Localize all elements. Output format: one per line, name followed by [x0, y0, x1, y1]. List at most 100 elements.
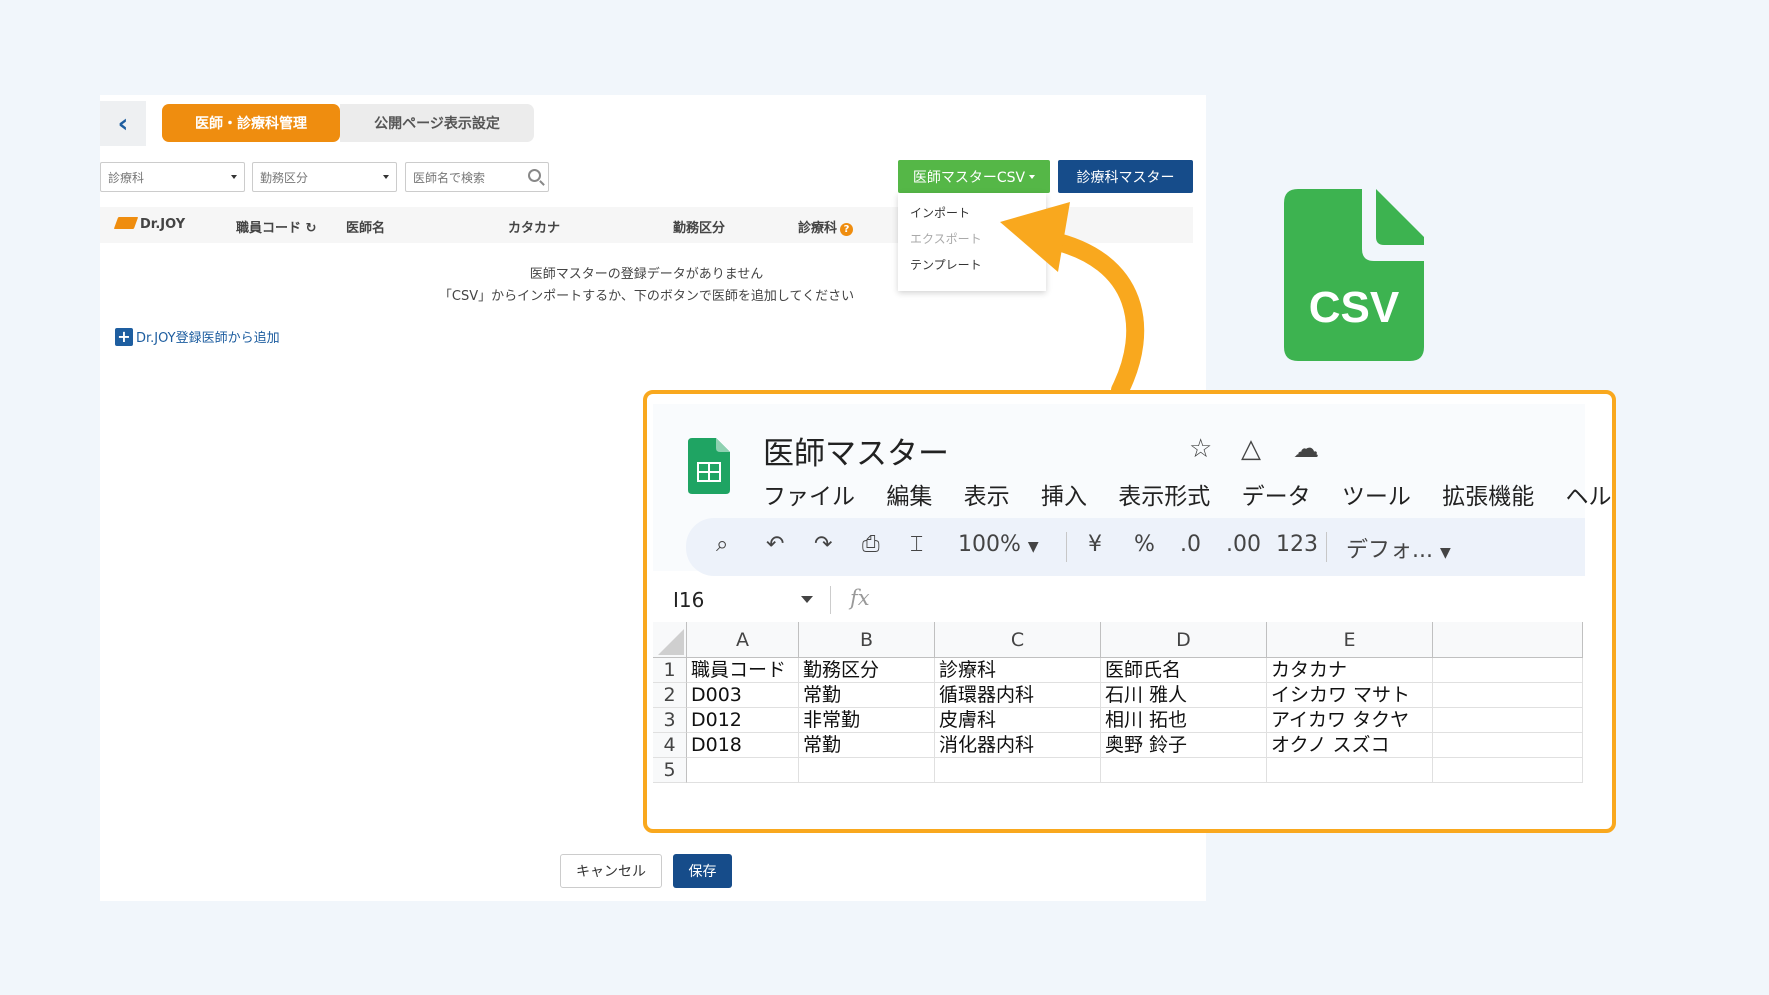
- grid-cell[interactable]: [1433, 708, 1583, 733]
- column-header[interactable]: A: [687, 622, 799, 658]
- department-header: 診療科?: [798, 217, 854, 236]
- grid-cell[interactable]: [1433, 758, 1583, 783]
- brand-header: Dr.JOY: [113, 217, 185, 232]
- column-header[interactable]: C: [935, 622, 1101, 658]
- document-title[interactable]: 医師マスター: [763, 428, 949, 473]
- menu-extensions[interactable]: 拡張機能: [1442, 484, 1534, 510]
- department-select[interactable]: 診療科: [100, 162, 245, 192]
- decrease-decimal-button[interactable]: .0: [1180, 532, 1201, 557]
- grid-cell[interactable]: 奥野 鈴子: [1101, 733, 1267, 758]
- caret-down-icon: ▼: [1027, 539, 1039, 555]
- grid-cell[interactable]: カタカナ: [1267, 658, 1433, 683]
- search-icon[interactable]: ⌕: [716, 532, 728, 557]
- menu-file[interactable]: ファイル: [763, 484, 855, 510]
- grid-cell[interactable]: [799, 758, 935, 783]
- grid-cell[interactable]: D018: [687, 733, 799, 758]
- print-icon[interactable]: ⎙: [862, 532, 880, 557]
- name-box[interactable]: I16: [673, 588, 704, 612]
- paint-format-icon[interactable]: ⌶: [910, 532, 923, 557]
- row-header[interactable]: 3: [653, 708, 687, 733]
- grid-cell[interactable]: 非常勤: [799, 708, 935, 733]
- menu-insert[interactable]: 挿入: [1041, 484, 1087, 510]
- font-select[interactable]: デフォ... ▼: [1346, 532, 1451, 564]
- grid-cell[interactable]: [1433, 658, 1583, 683]
- grid-cell[interactable]: [1433, 733, 1583, 758]
- menu-view[interactable]: 表示: [964, 484, 1010, 510]
- back-button[interactable]: ‹: [100, 101, 146, 146]
- row-header[interactable]: 2: [653, 683, 687, 708]
- star-icon[interactable]: ☆: [1189, 434, 1212, 464]
- column-header[interactable]: [1433, 622, 1583, 658]
- formula-bar: I16 fx: [653, 572, 1585, 622]
- google-sheets-icon: [688, 438, 730, 494]
- plus-icon: +: [115, 327, 133, 346]
- grid-cell[interactable]: 医師氏名: [1101, 658, 1267, 683]
- grid-cell[interactable]: 相川 拓也: [1101, 708, 1267, 733]
- grid-cell[interactable]: [687, 758, 799, 783]
- grid-cell[interactable]: 常勤: [799, 733, 935, 758]
- column-header[interactable]: B: [799, 622, 935, 658]
- grid-cell[interactable]: [1433, 683, 1583, 708]
- grid-cell[interactable]: 消化器内科: [935, 733, 1101, 758]
- grid-cell[interactable]: 常勤: [799, 683, 935, 708]
- spreadsheet-header: 医師マスター ☆ △ ☁ ファイル 編集 表示 挿入 表示形式 データ ツール …: [653, 404, 1612, 576]
- grid-cell[interactable]: 皮膚科: [935, 708, 1101, 733]
- menu-item-import[interactable]: インポート: [910, 204, 970, 221]
- caret-down-icon[interactable]: [801, 596, 813, 603]
- grid-cell[interactable]: D003: [687, 683, 799, 708]
- grid-cell[interactable]: 勤務区分: [799, 658, 935, 683]
- refresh-icon[interactable]: ↻: [306, 221, 317, 236]
- grid-cell[interactable]: D012: [687, 708, 799, 733]
- number-format-button[interactable]: 123: [1276, 532, 1318, 557]
- grid-cell[interactable]: 職員コード: [687, 658, 799, 683]
- cancel-button[interactable]: キャンセル: [560, 854, 662, 888]
- menu-bar: ファイル 編集 表示 挿入 表示形式 データ ツール 拡張機能 ヘル: [763, 477, 1612, 511]
- undo-icon[interactable]: ↶: [766, 532, 784, 557]
- cloud-status-icon[interactable]: ☁: [1293, 434, 1319, 464]
- grid-cell[interactable]: アイカワ タクヤ: [1267, 708, 1433, 733]
- add-drjoy-doctor-link[interactable]: + Dr.JOY登録医師から追加: [115, 327, 280, 346]
- grid-cell[interactable]: イシカワ マサト: [1267, 683, 1433, 708]
- employment-header: 勤務区分: [673, 221, 726, 236]
- menu-edit[interactable]: 編集: [886, 484, 932, 510]
- menu-help[interactable]: ヘル: [1566, 484, 1612, 510]
- row-header[interactable]: 5: [653, 758, 687, 783]
- staff-code-header[interactable]: 職員コード ↻: [236, 217, 316, 236]
- grid-cell[interactable]: [1267, 758, 1433, 783]
- grid-cell[interactable]: オクノ スズコ: [1267, 733, 1433, 758]
- tab-public-page-settings[interactable]: 公開ページ表示設定: [340, 104, 534, 142]
- percent-format-button[interactable]: %: [1134, 532, 1155, 557]
- curved-arrow-graphic: [1000, 202, 1145, 399]
- tab-doctor-department-management[interactable]: 医師・診療科管理: [162, 104, 340, 142]
- column-header[interactable]: E: [1267, 622, 1433, 658]
- caret-down-icon: [231, 175, 237, 179]
- grid-cell[interactable]: 石川 雅人: [1101, 683, 1267, 708]
- grid-cell[interactable]: 循環器内科: [935, 683, 1101, 708]
- column-header[interactable]: D: [1101, 622, 1267, 658]
- grid-cell[interactable]: [935, 758, 1101, 783]
- menu-data[interactable]: データ: [1242, 484, 1311, 510]
- doctor-search-input[interactable]: 医師名で検索: [405, 162, 549, 192]
- toolbar-divider: [1326, 532, 1327, 562]
- row-header[interactable]: 4: [653, 733, 687, 758]
- employment-type-select[interactable]: 勤務区分: [252, 162, 397, 192]
- menu-tools[interactable]: ツール: [1342, 484, 1411, 510]
- caret-down-icon: [1029, 174, 1036, 179]
- row-header[interactable]: 1: [653, 658, 687, 683]
- grid-cell[interactable]: 診療科: [935, 658, 1101, 683]
- increase-decimal-button[interactable]: .00: [1226, 532, 1261, 557]
- csv-file-icon: CSV: [1284, 189, 1424, 361]
- zoom-select[interactable]: 100% ▼: [958, 532, 1039, 557]
- move-to-drive-icon[interactable]: △: [1241, 434, 1261, 464]
- save-button[interactable]: 保存: [673, 854, 732, 888]
- help-icon[interactable]: ?: [840, 223, 854, 236]
- grid-cell[interactable]: [1101, 758, 1267, 783]
- select-all-corner[interactable]: [653, 622, 687, 658]
- search-icon[interactable]: [528, 169, 541, 182]
- currency-format-button[interactable]: ¥: [1088, 532, 1102, 557]
- redo-icon[interactable]: ↷: [814, 532, 832, 557]
- csv-icon-label: CSV: [1309, 283, 1400, 332]
- menu-format[interactable]: 表示形式: [1118, 484, 1210, 510]
- drjoy-logo-icon: [113, 217, 139, 229]
- fx-icon: fx: [850, 586, 870, 610]
